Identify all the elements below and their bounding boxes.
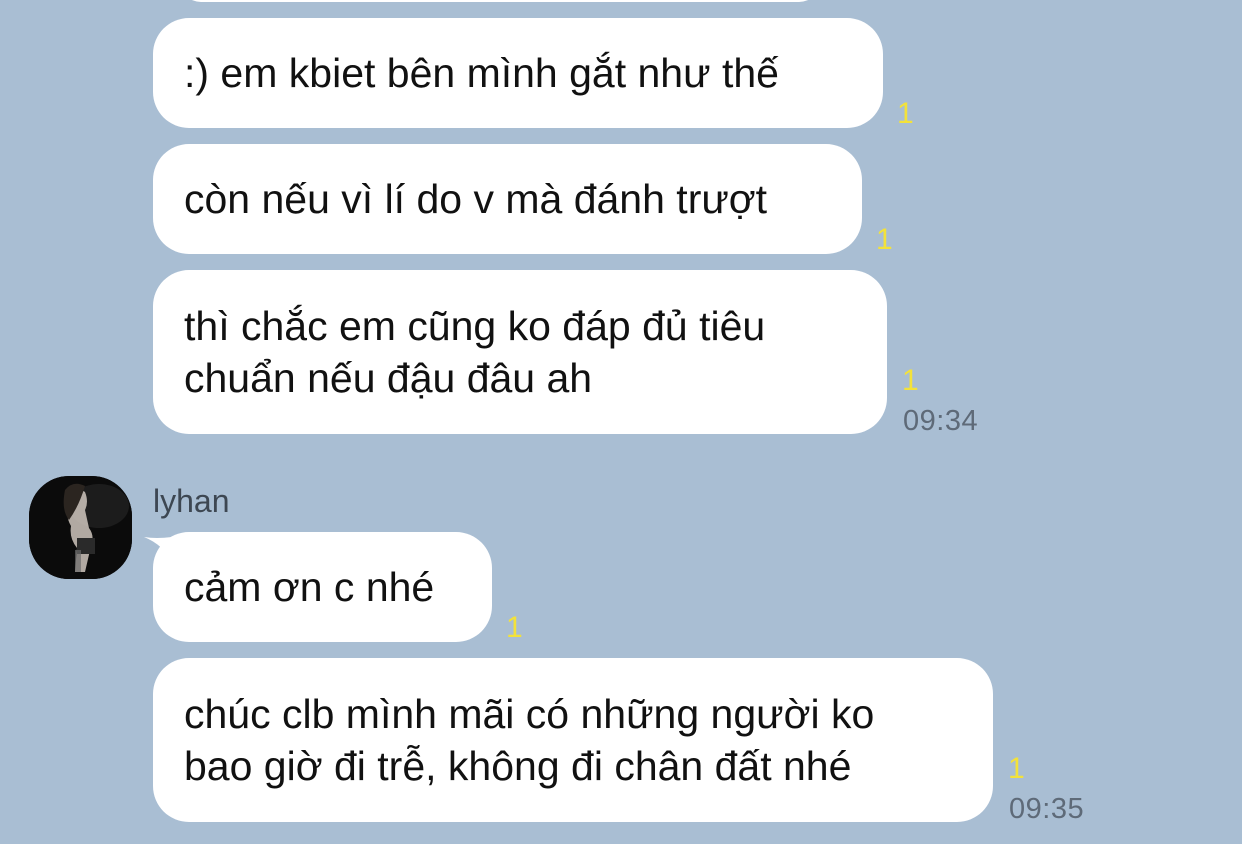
message-bubble[interactable]: chúc clb mình mãi có những người ko bao …	[153, 658, 993, 822]
message-bubble[interactable]: cảm ơn c nhé	[153, 532, 492, 642]
message-text: cảm ơn c nhé	[184, 564, 435, 610]
sender-name: lyhan	[153, 483, 230, 519]
message-text: :) em kbiet bên mình gắt như thế	[184, 50, 779, 96]
read-indicator: 1	[506, 611, 523, 644]
read-indicator: 1	[1008, 752, 1025, 785]
read-indicator: 1	[902, 364, 919, 397]
message-bubble[interactable]: :) em kbiet bên mình gắt như thế	[153, 18, 883, 128]
avatar-photo-icon	[29, 476, 132, 579]
message-bubble[interactable]: thì chắc em cũng ko đáp đủ tiêu chuẩn nế…	[153, 270, 887, 434]
read-indicator: 1	[876, 223, 893, 256]
message-timestamp: 09:35	[1009, 793, 1085, 825]
message-text-line: chuẩn nếu đậu đâu ah	[184, 355, 593, 401]
message-text-line: thì chắc em cũng ko đáp đủ tiêu	[184, 303, 766, 349]
message-bubble[interactable]: còn nếu vì lí do v mà đánh trượt	[153, 144, 862, 254]
message-text-line: bao giờ đi trễ, không đi chân đất nhé	[184, 743, 852, 789]
message-text: còn nếu vì lí do v mà đánh trượt	[184, 176, 768, 222]
chat-area[interactable]: :) em kbiet bên mình gắt như thế 1 còn n…	[0, 0, 1242, 844]
read-indicator: 1	[897, 97, 914, 130]
message-text-line: chúc clb mình mãi có những người ko	[184, 691, 875, 737]
avatar[interactable]	[29, 476, 132, 579]
message-bubble-partial[interactable]	[180, 0, 820, 2]
message-timestamp: 09:34	[903, 405, 979, 437]
